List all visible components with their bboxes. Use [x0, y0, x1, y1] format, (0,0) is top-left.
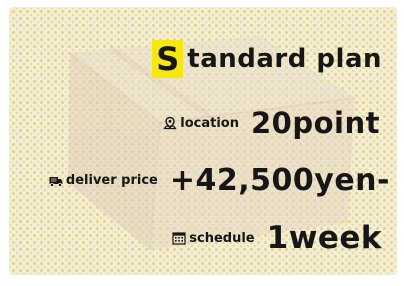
schedule-value: 1week [266, 220, 382, 256]
location-label: location [180, 115, 239, 131]
location-value: 20point [251, 106, 380, 140]
location-row: location 20point [163, 106, 380, 140]
truck-icon [49, 176, 63, 187]
plan-title: S tandard plan [152, 40, 382, 78]
plan-title-initial: S [152, 40, 184, 78]
schedule-label: schedule [189, 230, 255, 246]
map-pin-icon [163, 116, 177, 130]
calendar-icon [172, 232, 186, 245]
deliver-price-row: deliver price +42,500yen- [49, 163, 390, 198]
schedule-row: schedule 1week [172, 220, 382, 256]
deliver-price-label: deliver price [65, 173, 158, 188]
plan-title-text: tandard plan [187, 44, 382, 74]
deliver-price-value: +42,500yen- [169, 163, 390, 198]
canvas: S tandard plan location 20point deliver … [0, 0, 404, 286]
background-card: S tandard plan location 20point deliver … [10, 8, 396, 274]
